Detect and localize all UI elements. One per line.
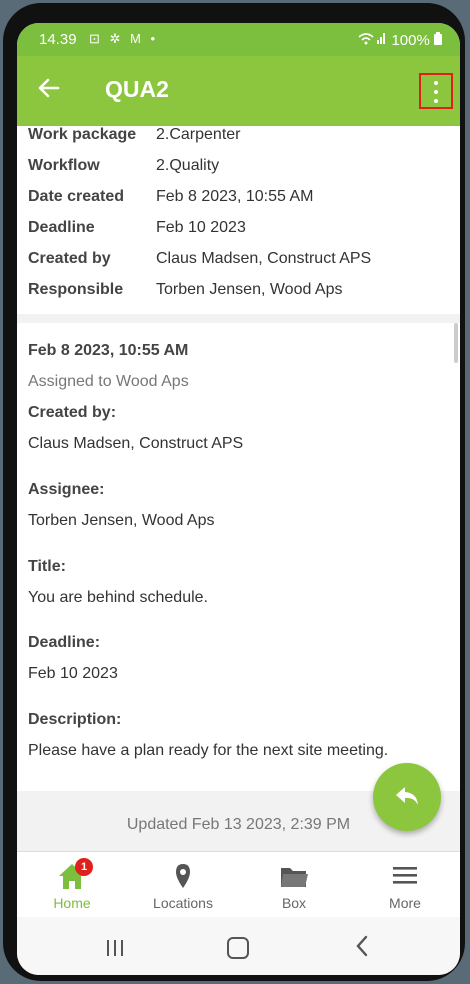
detail-row: Created by Claus Madsen, Construct APS bbox=[28, 250, 371, 268]
reply-icon bbox=[396, 787, 418, 805]
nav-box[interactable]: Box bbox=[239, 852, 349, 918]
title-label: Title: bbox=[28, 558, 66, 575]
detail-value: 2.Carpenter bbox=[156, 126, 241, 143]
recents-button[interactable] bbox=[105, 939, 125, 957]
app-bar: QUA2 bbox=[17, 56, 460, 126]
status-bar: 14.39 ⊡ ✲ M • 100% bbox=[17, 23, 460, 56]
system-back-button[interactable] bbox=[355, 935, 369, 957]
notification-icons: ⊡ ✲ M • bbox=[89, 31, 159, 46]
event-status: Assigned to Wood Aps bbox=[28, 373, 189, 390]
created-by-value: Claus Madsen, Construct APS bbox=[28, 435, 244, 452]
description-value: Please have a plan ready for the next si… bbox=[28, 742, 389, 759]
detail-value: Claus Madsen, Construct APS bbox=[156, 250, 372, 267]
dot-icon bbox=[434, 90, 438, 94]
signal-icon bbox=[358, 33, 386, 45]
title-value: You are behind schedule. bbox=[28, 589, 208, 606]
assignee-label: Assignee: bbox=[28, 481, 105, 498]
arrow-left-icon bbox=[38, 78, 60, 98]
assignee-value: Torben Jensen, Wood Aps bbox=[28, 512, 215, 529]
nav-label: Box bbox=[281, 895, 307, 911]
back-button[interactable] bbox=[37, 76, 67, 106]
page-title: QUA2 bbox=[105, 76, 169, 102]
overflow-menu-button[interactable] bbox=[419, 73, 453, 109]
nav-label: Locations bbox=[153, 895, 213, 911]
detail-value: 2.Quality bbox=[156, 157, 220, 174]
detail-label: Created by bbox=[28, 250, 111, 267]
created-by-label: Created by: bbox=[28, 404, 117, 421]
notification-badge: 1 bbox=[75, 858, 93, 876]
status-right: 100% bbox=[357, 31, 442, 49]
nav-label: Home bbox=[53, 895, 91, 911]
nav-more[interactable]: More bbox=[350, 852, 460, 918]
detail-label: Work package bbox=[28, 126, 137, 143]
event-card: Feb 8 2023, 10:55 AM Assigned to Wood Ap… bbox=[17, 323, 460, 791]
screen: 14.39 ⊡ ✲ M • 100% QUA2 Work package 2.C… bbox=[17, 23, 460, 975]
scrollbar[interactable] bbox=[454, 323, 458, 363]
deadline-label: Deadline: bbox=[28, 634, 101, 651]
reply-button[interactable] bbox=[373, 763, 441, 831]
system-navigation-bar bbox=[17, 917, 460, 975]
nav-home[interactable]: 1 Home bbox=[17, 852, 127, 918]
detail-value: Feb 8 2023, 10:55 AM bbox=[156, 188, 314, 205]
hamburger-icon bbox=[393, 867, 417, 884]
detail-value: Feb 10 2023 bbox=[156, 219, 246, 236]
bottom-navigation: 1 Home Locations Box More bbox=[17, 851, 460, 918]
detail-label: Responsible bbox=[28, 281, 124, 298]
details-card: Work package 2.Carpenter Workflow 2.Qualit… bbox=[17, 126, 460, 314]
nav-label: More bbox=[389, 895, 421, 911]
status-time: 14.39 bbox=[39, 31, 77, 48]
detail-value: Torben Jensen, Wood Aps bbox=[156, 281, 343, 298]
location-pin-icon bbox=[176, 864, 190, 888]
detail-row: Responsible Torben Jensen, Wood Aps bbox=[28, 281, 343, 299]
deadline-value: Feb 10 2023 bbox=[28, 665, 118, 682]
detail-label: Workflow bbox=[28, 157, 100, 174]
home-button[interactable] bbox=[227, 937, 249, 959]
detail-row: Date created Feb 8 2023, 10:55 AM bbox=[28, 188, 313, 206]
detail-row: Work package 2.Carpenter bbox=[28, 126, 241, 144]
nav-locations[interactable]: Locations bbox=[128, 852, 238, 918]
dot-icon bbox=[434, 99, 438, 103]
dot-icon bbox=[434, 81, 438, 85]
folder-icon bbox=[281, 868, 308, 887]
battery-icon bbox=[434, 32, 442, 45]
detail-label: Deadline bbox=[28, 219, 95, 236]
detail-label: Date created bbox=[28, 188, 125, 205]
detail-row: Workflow 2.Quality bbox=[28, 157, 219, 175]
detail-row: Deadline Feb 10 2023 bbox=[28, 219, 246, 237]
event-date: Feb 8 2023, 10:55 AM bbox=[28, 342, 189, 359]
description-label: Description: bbox=[28, 711, 122, 728]
battery-percent: 100% bbox=[391, 32, 430, 49]
phone-frame: 14.39 ⊡ ✲ M • 100% QUA2 Work package 2.C… bbox=[3, 3, 465, 981]
